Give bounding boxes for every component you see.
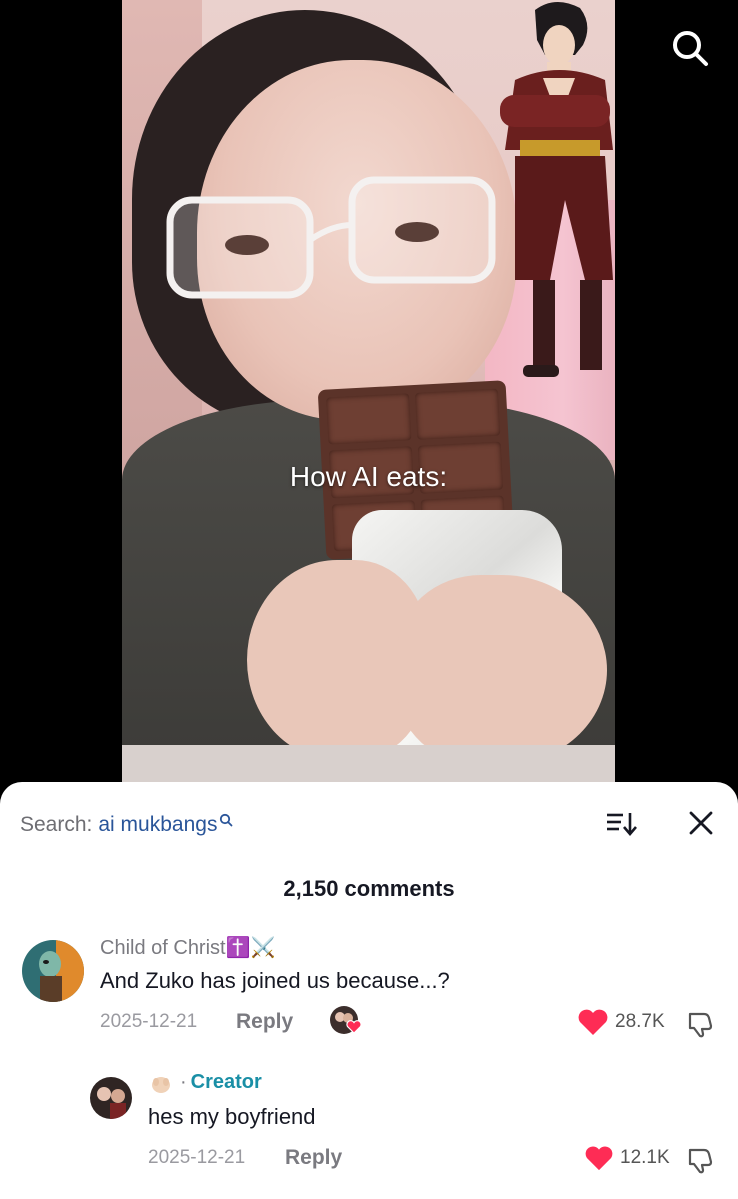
- like-button[interactable]: 12.1K: [584, 1145, 670, 1171]
- creator-separator: ·: [180, 1071, 187, 1093]
- reply-avatar[interactable]: [90, 1077, 132, 1119]
- video-person-hand-right: [397, 575, 607, 765]
- creator-liked-heart-icon: [346, 1020, 362, 1034]
- creator-label: Creator: [190, 1071, 262, 1093]
- comment-date: 2025-12-21: [100, 1011, 198, 1032]
- like-count: 28.7K: [615, 1011, 665, 1032]
- commenter-avatar[interactable]: [22, 940, 84, 1002]
- dislike-icon[interactable]: [686, 1146, 714, 1174]
- reply-button[interactable]: Reply: [236, 1010, 293, 1034]
- sort-comments-icon[interactable]: [604, 808, 638, 840]
- video-player[interactable]: How AI eats:: [0, 0, 738, 800]
- comment-text: And Zuko has joined us because...?: [100, 968, 450, 993]
- like-count: 12.1K: [620, 1147, 670, 1168]
- search-icon[interactable]: [670, 28, 710, 68]
- reply-button[interactable]: Reply: [285, 1146, 342, 1170]
- heart-icon: [578, 1009, 608, 1035]
- dislike-icon[interactable]: [686, 1010, 714, 1038]
- search-prefix-label: Search:: [20, 813, 93, 836]
- related-search-link[interactable]: Search: ai mukbangs: [20, 812, 233, 838]
- video-caption: How AI eats:: [289, 461, 448, 492]
- close-icon[interactable]: [686, 808, 716, 838]
- heart-icon: [585, 1146, 613, 1171]
- search-mini-icon: [220, 813, 233, 827]
- reply-text: hes my boyfriend: [148, 1104, 316, 1129]
- reply-date: 2025-12-21: [148, 1147, 246, 1168]
- creator-tag[interactable]: · Creator: [148, 1071, 262, 1094]
- comment-username[interactable]: Child of Christ✝️⚔️: [100, 935, 275, 960]
- like-button[interactable]: 28.7K: [577, 1008, 665, 1036]
- video-frame: [122, 0, 615, 800]
- username-emojis: ✝️⚔️: [225, 937, 276, 959]
- comment-count: 2,150 comments: [283, 876, 455, 901]
- video-person-glasses: [166, 176, 496, 299]
- search-term-link[interactable]: ai mukbangs: [98, 813, 217, 837]
- zuko-character-overlay: [500, 1, 613, 377]
- creator-emoji-icon: [152, 1076, 170, 1093]
